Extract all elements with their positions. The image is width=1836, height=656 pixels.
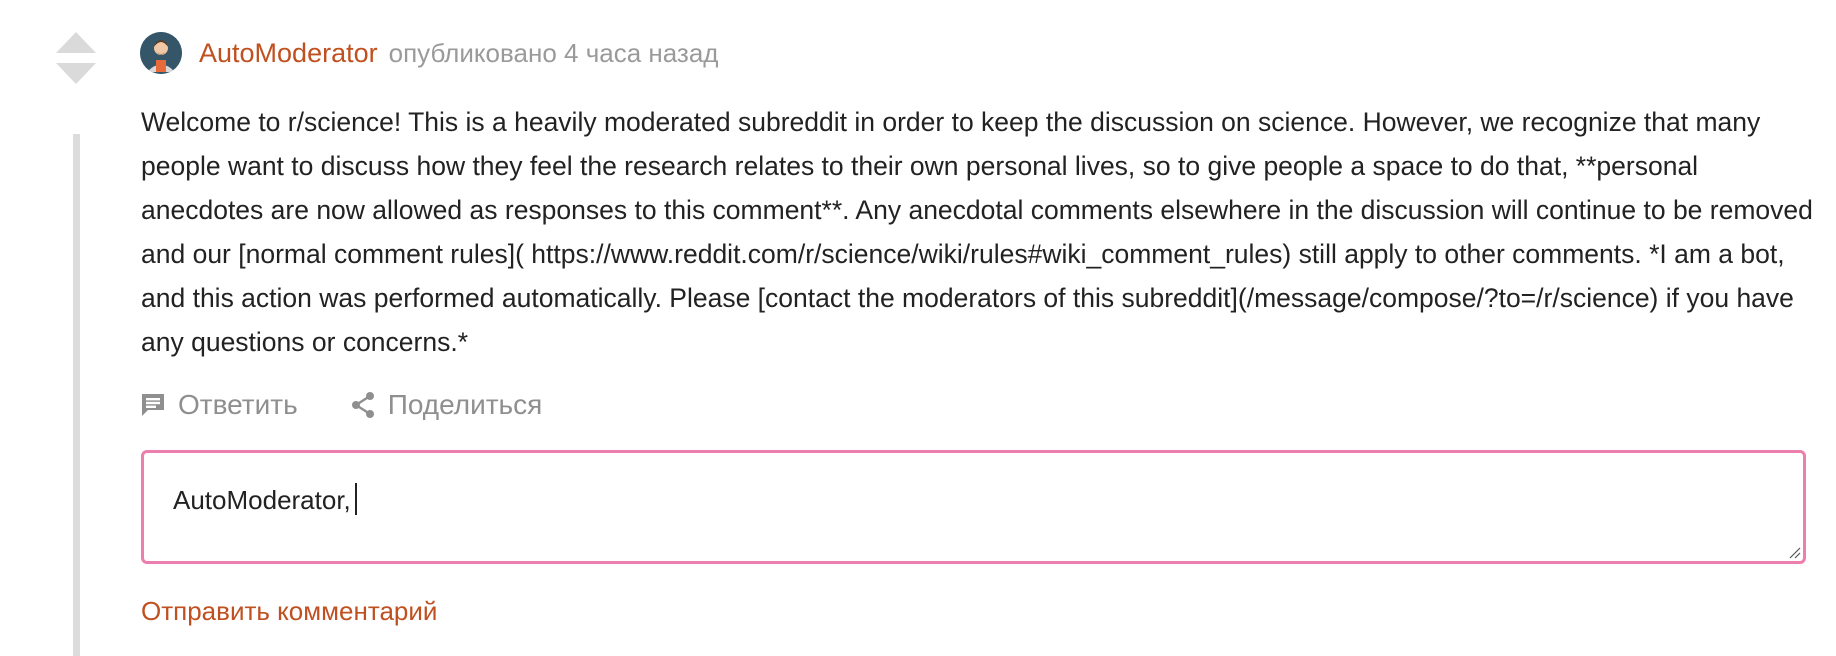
avatar-icon[interactable] [140, 32, 182, 74]
comment-body: Welcome to r/science! This is a heavily … [141, 107, 1813, 357]
share-label: Поделиться [387, 389, 543, 420]
upvote-arrow-icon[interactable] [56, 32, 96, 53]
reply-textarea-value: AutoModerator, [173, 483, 357, 516]
submit-comment-link[interactable]: Отправить комментарий [141, 596, 437, 627]
comment-icon [142, 394, 164, 416]
comment: AutoModerator опубликовано 4 часа назад … [0, 0, 1836, 656]
comment-actions: Ответить Поделиться [140, 386, 542, 424]
downvote-arrow-icon[interactable] [56, 63, 96, 84]
thread-line[interactable] [73, 134, 80, 656]
vote-controls [56, 32, 96, 84]
resize-handle-icon[interactable] [1787, 545, 1801, 559]
text-caret [354, 483, 357, 515]
comment-author[interactable]: AutoModerator [199, 38, 378, 69]
reply-button[interactable]: Ответить [140, 389, 298, 421]
reply-label: Ответить [178, 389, 298, 420]
comment-header: AutoModerator опубликовано 4 часа назад [140, 32, 718, 74]
comment-timestamp: опубликовано 4 часа назад [388, 37, 719, 68]
reply-textarea[interactable]: AutoModerator, [141, 450, 1806, 564]
share-button[interactable]: Поделиться [350, 389, 543, 421]
share-icon [351, 392, 374, 418]
